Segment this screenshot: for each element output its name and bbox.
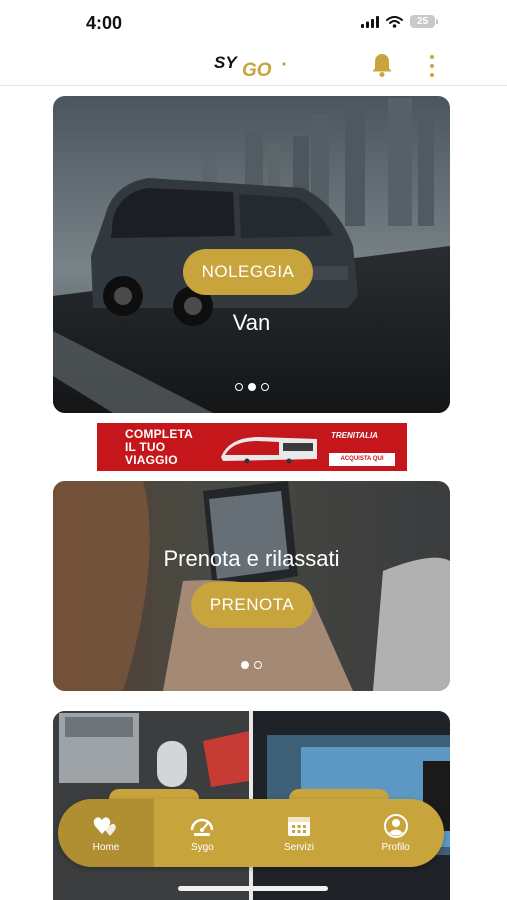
status-time: 4:00: [86, 13, 123, 33]
wifi-icon: [386, 15, 403, 28]
carousel-dot[interactable]: [254, 661, 262, 669]
trenitalia-brand: TRENITALIA: [331, 431, 378, 440]
hearts-icon: [93, 816, 116, 836]
sygo-gauge-icon: [191, 818, 214, 836]
svg-text:SY: SY: [214, 53, 238, 72]
nav-label-home: Home: [92, 841, 120, 853]
carousel-dot[interactable]: [234, 383, 243, 391]
carousel-dot[interactable]: [260, 383, 269, 391]
battery-level: 25: [416, 16, 429, 27]
banner-headline: COMPLETA IL TUO VIAGGIO: [125, 427, 194, 467]
status-icons: 25: [361, 15, 438, 28]
nav-item-sygo[interactable]: Sygo: [154, 799, 251, 867]
bell-icon[interactable]: [370, 52, 394, 78]
nav-label-profilo: Profilo: [381, 841, 410, 853]
app-header: SY GO: [0, 46, 507, 86]
person-icon: [383, 813, 408, 838]
more-options-icon[interactable]: [426, 55, 438, 77]
nav-item-home[interactable]: Home: [58, 799, 154, 867]
calendar-icon: [288, 816, 310, 836]
prenota-card[interactable]: Prenota e rilassati PRENOTA: [53, 481, 450, 691]
carousel-dots[interactable]: [53, 383, 450, 391]
train-icon: [221, 437, 317, 464]
nav-item-servizi[interactable]: Servizi: [251, 799, 348, 867]
trenitalia-banner[interactable]: COMPLETA IL TUO VIAGGIO TRENITALIA ACQUI…: [97, 423, 407, 471]
van-rental-card[interactable]: Van NOLEGGIA: [53, 96, 450, 413]
acquista-qui-button[interactable]: ACQUISTA QUI: [329, 453, 395, 466]
nav-label-servizi: Servizi: [284, 841, 315, 853]
nav-item-profilo[interactable]: Profilo: [347, 799, 444, 867]
home-indicator[interactable]: [178, 886, 328, 891]
signal-icon: [361, 15, 379, 28]
bottom-nav: Home Sygo Servizi Profilo: [58, 799, 444, 867]
nav-label-sygo: Sygo: [190, 841, 214, 853]
status-bar: 4:00 25: [0, 0, 507, 46]
carousel-dots[interactable]: [53, 661, 450, 669]
prenota-title: Prenota e rilassati: [163, 546, 340, 571]
battery-icon: 25: [410, 15, 438, 28]
prenota-button[interactable]: PRENOTA: [191, 582, 313, 628]
svg-text:GO: GO: [242, 60, 272, 80]
noleggia-button[interactable]: NOLEGGIA: [183, 249, 313, 295]
carousel-dot-active[interactable]: [241, 661, 249, 669]
sygo-logo: SY GO: [214, 53, 286, 80]
van-title: Van: [232, 310, 271, 335]
carousel-dot-active[interactable]: [247, 383, 256, 391]
